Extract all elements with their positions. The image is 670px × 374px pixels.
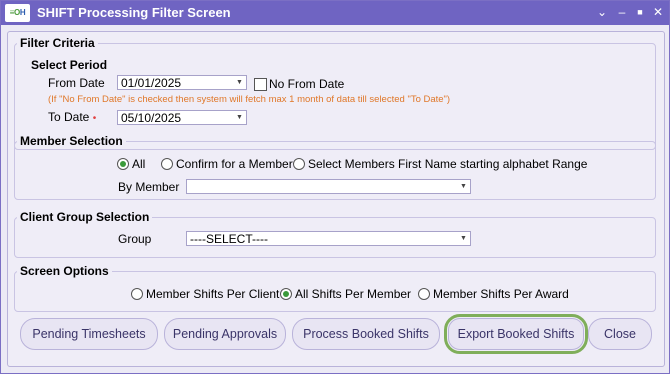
app-logo: ≡OH xyxy=(5,4,30,22)
to-date-value: 05/10/2025 xyxy=(121,111,182,125)
title-bar: ≡OH SHIFT Processing Filter Screen ⌄ – ■… xyxy=(1,1,669,25)
by-member-label: By Member xyxy=(118,180,180,194)
group-select[interactable]: ----SELECT---- ▼ xyxy=(186,231,471,246)
member-range-radio[interactable] xyxy=(293,158,305,170)
member-selection-legend: Member Selection xyxy=(20,134,123,148)
pending-timesheets-button[interactable]: Pending Timesheets xyxy=(20,318,158,350)
to-date-picker[interactable]: 05/10/2025 ▼ xyxy=(117,110,247,125)
member-all-label: All xyxy=(132,157,146,171)
per-member-radio[interactable] xyxy=(280,288,292,300)
maximize-icon[interactable]: ■ xyxy=(633,4,647,20)
per-client-label: Member Shifts Per Client xyxy=(146,287,280,301)
from-date-value: 01/01/2025 xyxy=(121,76,182,90)
group-value: ----SELECT---- xyxy=(190,232,268,246)
per-award-radio[interactable] xyxy=(418,288,430,300)
dropdown-arrow-icon: ▼ xyxy=(236,79,243,86)
from-date-picker[interactable]: 01/01/2025 ▼ xyxy=(117,75,247,90)
per-client-radio[interactable] xyxy=(131,288,143,300)
member-confirm-label: Confirm for a Member xyxy=(176,157,293,171)
dropdown-arrow-icon: ▼ xyxy=(460,183,467,190)
from-date-label: From Date xyxy=(48,76,105,90)
screen-options-legend: Screen Options xyxy=(20,264,109,278)
required-marker: • xyxy=(92,113,97,124)
filter-window: ≡OH SHIFT Processing Filter Screen ⌄ – ■… xyxy=(0,0,670,374)
minimize-icon[interactable]: – xyxy=(615,4,629,20)
process-booked-shifts-button[interactable]: Process Booked Shifts xyxy=(292,318,440,350)
filter-criteria-legend: Filter Criteria xyxy=(20,36,95,50)
pending-approvals-button[interactable]: Pending Approvals xyxy=(164,318,286,350)
export-booked-shifts-button[interactable]: Export Booked Shifts xyxy=(444,314,588,354)
member-confirm-radio[interactable] xyxy=(161,158,173,170)
content-panel: Filter Criteria Select Period From Date … xyxy=(7,31,665,367)
client-group-legend: Client Group Selection xyxy=(20,210,150,224)
close-button[interactable]: Close xyxy=(588,318,652,350)
no-from-date-note: (If "No From Date" is checked then syste… xyxy=(48,94,451,105)
member-all-radio[interactable] xyxy=(117,158,129,170)
per-member-label: All Shifts Per Member xyxy=(295,287,412,301)
select-period-heading: Select Period xyxy=(31,58,108,72)
member-range-label: Select Members First Name starting alpha… xyxy=(308,157,588,171)
to-date-label: To Date • xyxy=(48,110,97,124)
menu-chevron-icon[interactable]: ⌄ xyxy=(595,4,609,20)
dropdown-arrow-icon: ▼ xyxy=(236,114,243,121)
window-title: SHIFT Processing Filter Screen xyxy=(37,5,231,20)
per-award-label: Member Shifts Per Award xyxy=(433,287,569,301)
filter-criteria-group: Filter Criteria xyxy=(14,36,656,150)
no-from-date-label: No From Date xyxy=(269,77,345,91)
dropdown-arrow-icon: ▼ xyxy=(460,235,467,242)
group-label: Group xyxy=(118,232,152,246)
no-from-date-checkbox[interactable] xyxy=(254,78,267,91)
by-member-select[interactable]: ▼ xyxy=(186,179,471,194)
close-icon[interactable]: ✕ xyxy=(651,4,665,20)
